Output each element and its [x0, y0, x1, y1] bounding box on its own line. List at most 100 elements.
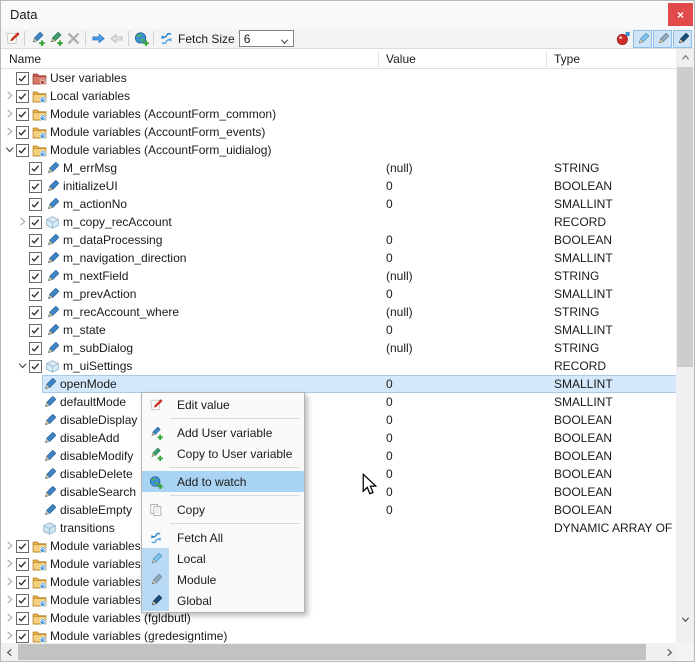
- fetch-button[interactable]: [157, 30, 175, 48]
- tree-row[interactable]: m_copy_recAccount RECORD: [1, 213, 678, 231]
- tree-row[interactable]: m_uiSettings RECORD: [1, 357, 678, 375]
- vertical-scrollbar[interactable]: [676, 49, 694, 645]
- row-checkbox[interactable]: [16, 575, 29, 589]
- add-to-watch-button[interactable]: [132, 30, 150, 48]
- tree-row[interactable]: m_state 0 SMALLINT: [1, 321, 678, 339]
- fetch-size-combobox[interactable]: 6: [238, 30, 294, 47]
- tree-row[interactable]: m_recAccount_where (null) STRING: [1, 303, 678, 321]
- copy-to-user-variable-button[interactable]: [46, 30, 64, 48]
- scroll-up-icon[interactable]: [676, 49, 694, 65]
- tree-row[interactable]: Module variables (AccountForm_uidialog): [1, 141, 678, 159]
- tree-row[interactable]: User variables: [1, 69, 678, 87]
- chevron-right-icon[interactable]: [3, 611, 16, 625]
- tree-row[interactable]: Module variables: [1, 573, 678, 591]
- global-filter-toggle[interactable]: [673, 29, 692, 48]
- tree-row[interactable]: m_prevAction 0 SMALLINT: [1, 285, 678, 303]
- tree-row[interactable]: disableAdd 0 BOOLEAN: [1, 429, 678, 447]
- tree-row[interactable]: m_actionNo 0 SMALLINT: [1, 195, 678, 213]
- chevron-down-icon[interactable]: [16, 359, 29, 373]
- edit-value-button[interactable]: [3, 30, 21, 48]
- column-divider[interactable]: [546, 51, 547, 67]
- row-checkbox[interactable]: [29, 269, 42, 283]
- row-checkbox[interactable]: [16, 593, 29, 607]
- menu-global[interactable]: Global: [142, 590, 304, 611]
- chevron-right-icon[interactable]: [3, 629, 16, 643]
- row-checkbox[interactable]: [29, 341, 42, 355]
- tree-row[interactable]: m_subDialog (null) STRING: [1, 339, 678, 357]
- tree-row[interactable]: Module variables: [1, 591, 678, 609]
- row-checkbox[interactable]: [29, 323, 42, 337]
- menu-fetch-all[interactable]: Fetch All: [142, 527, 304, 548]
- row-checkbox[interactable]: [29, 179, 42, 193]
- menu-copy[interactable]: Copy: [142, 499, 304, 520]
- chevron-right-icon[interactable]: [3, 107, 16, 121]
- column-header-type[interactable]: Type: [554, 49, 580, 69]
- menu-add-user-variable[interactable]: Add User variable: [142, 422, 304, 443]
- tree-row[interactable]: disableSearch 0 BOOLEAN: [1, 483, 678, 501]
- next-button[interactable]: [89, 30, 107, 48]
- local-filter-toggle[interactable]: [633, 29, 652, 48]
- row-checkbox[interactable]: [29, 233, 42, 247]
- row-checkbox[interactable]: [16, 89, 29, 103]
- tree-row[interactable]: Module variables: [1, 555, 678, 573]
- tree-row[interactable]: transitions DYNAMIC ARRAY OF RECO: [1, 519, 678, 537]
- scroll-left-icon[interactable]: [1, 643, 18, 661]
- menu-copy-to-user-variable[interactable]: Copy to User variable: [142, 443, 304, 464]
- tree-row[interactable]: m_dataProcessing 0 BOOLEAN: [1, 231, 678, 249]
- chevron-right-icon[interactable]: [3, 557, 16, 571]
- tree-row[interactable]: Module variables: [1, 537, 678, 555]
- horizontal-scrollbar[interactable]: [1, 643, 678, 661]
- row-checkbox[interactable]: [16, 557, 29, 571]
- chevron-right-icon[interactable]: [16, 215, 29, 229]
- column-header-name[interactable]: Name: [9, 49, 41, 69]
- tree-row[interactable]: Module variables (AccountForm_common): [1, 105, 678, 123]
- chevron-down-icon[interactable]: [3, 143, 16, 157]
- chevron-right-icon[interactable]: [3, 89, 16, 103]
- menu-add-to-watch[interactable]: Add to watch: [142, 471, 304, 492]
- chevron-right-icon[interactable]: [3, 575, 16, 589]
- row-value: 0: [386, 377, 393, 391]
- tree-row[interactable]: Module variables (fgldbutl): [1, 609, 678, 627]
- row-checkbox[interactable]: [16, 71, 29, 85]
- row-checkbox[interactable]: [16, 611, 29, 625]
- tree-row[interactable]: disableEmpty 0 BOOLEAN: [1, 501, 678, 519]
- tree-row[interactable]: M_errMsg (null) STRING: [1, 159, 678, 177]
- add-user-variable-button[interactable]: [28, 30, 46, 48]
- row-checkbox[interactable]: [29, 287, 42, 301]
- chevron-right-icon[interactable]: [3, 539, 16, 553]
- tree-row[interactable]: initializeUI 0 BOOLEAN: [1, 177, 678, 195]
- row-checkbox[interactable]: [29, 197, 42, 211]
- row-checkbox[interactable]: [16, 107, 29, 121]
- tree-row[interactable]: Module variables (AccountForm_events): [1, 123, 678, 141]
- row-checkbox[interactable]: [16, 143, 29, 157]
- menu-edit-value[interactable]: Edit value: [142, 394, 304, 415]
- tree-row[interactable]: disableDelete 0 BOOLEAN: [1, 465, 678, 483]
- row-checkbox[interactable]: [29, 251, 42, 265]
- chevron-right-icon[interactable]: [3, 125, 16, 139]
- variable-icon: [45, 179, 60, 194]
- menu-local[interactable]: Local: [142, 548, 304, 569]
- column-header-value[interactable]: Value: [386, 49, 416, 69]
- row-checkbox[interactable]: [29, 359, 42, 373]
- row-checkbox[interactable]: [29, 161, 42, 175]
- close-icon[interactable]: ×: [668, 3, 693, 26]
- horizontal-scrollbar-thumb[interactable]: [18, 644, 646, 660]
- row-checkbox[interactable]: [16, 125, 29, 139]
- tree-row[interactable]: disableDisplay 0 BOOLEAN: [1, 411, 678, 429]
- row-checkbox[interactable]: [29, 215, 42, 229]
- tree-row[interactable]: openMode 0 SMALLINT: [1, 375, 678, 393]
- tree-row[interactable]: disableModify 0 BOOLEAN: [1, 447, 678, 465]
- scroll-down-icon[interactable]: [676, 611, 694, 627]
- menu-module[interactable]: Module: [142, 569, 304, 590]
- column-divider[interactable]: [378, 51, 379, 67]
- tree-row[interactable]: Local variables: [1, 87, 678, 105]
- tree-row[interactable]: defaultMode 0 SMALLINT: [1, 393, 678, 411]
- vertical-scrollbar-thumb[interactable]: [677, 67, 693, 367]
- row-checkbox[interactable]: [29, 305, 42, 319]
- row-checkbox[interactable]: [16, 629, 29, 643]
- row-checkbox[interactable]: [16, 539, 29, 553]
- chevron-right-icon[interactable]: [3, 593, 16, 607]
- tree-row[interactable]: m_nextField (null) STRING: [1, 267, 678, 285]
- module-filter-toggle[interactable]: [653, 29, 672, 48]
- tree-row[interactable]: m_navigation_direction 0 SMALLINT: [1, 249, 678, 267]
